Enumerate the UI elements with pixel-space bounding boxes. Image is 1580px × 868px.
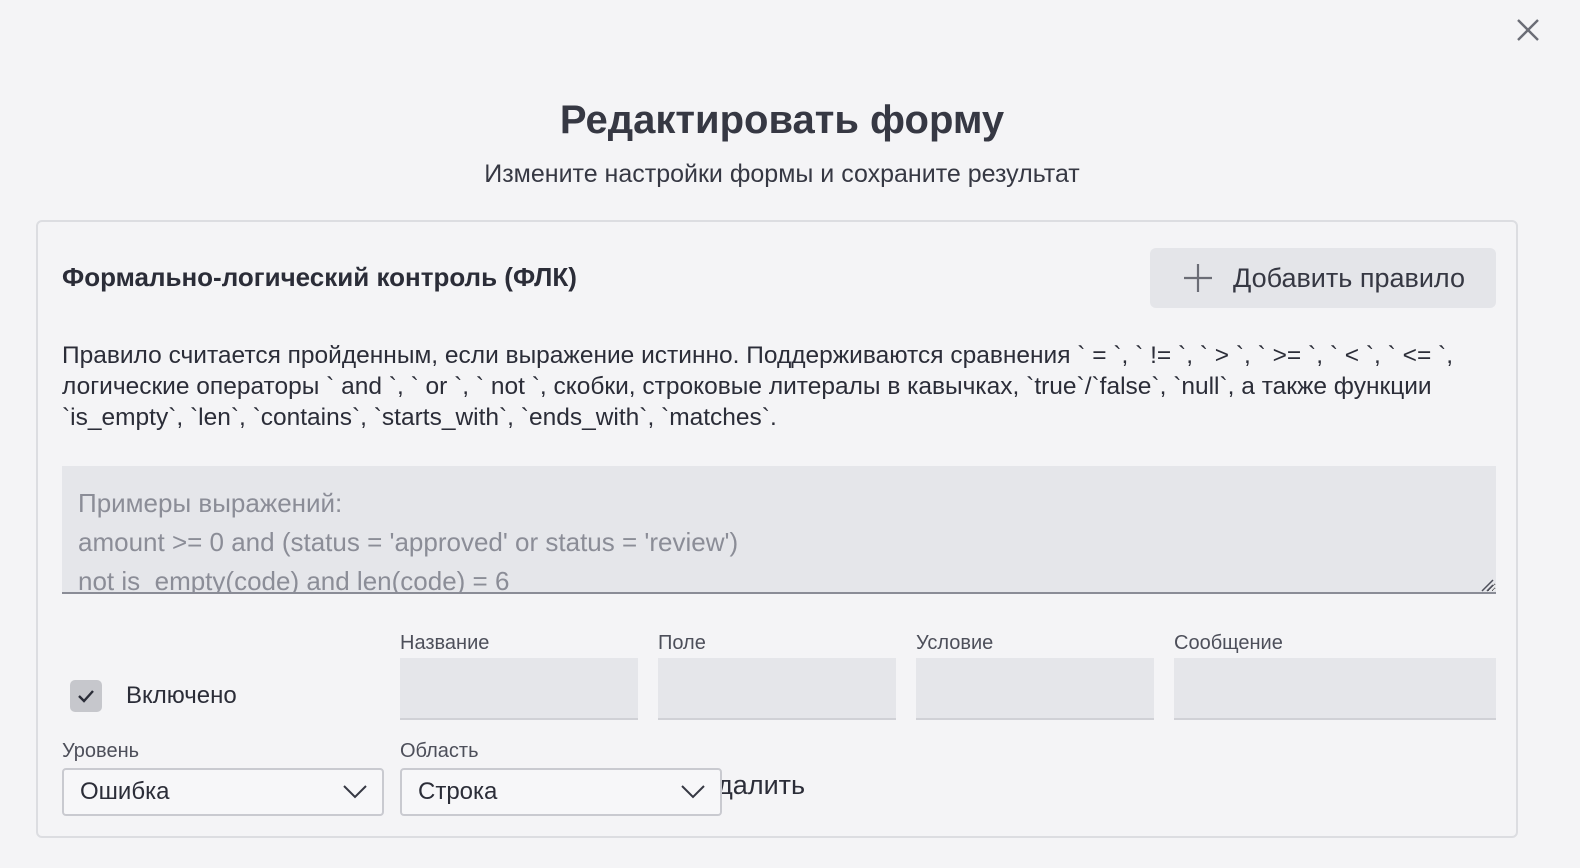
- resize-handle-icon[interactable]: [1480, 578, 1494, 592]
- scope-label: Область: [400, 740, 479, 762]
- flk-panel: Формально-логический контроль (ФЛК) Доба…: [36, 220, 1518, 838]
- enabled-label: Включено: [126, 682, 237, 709]
- condition-input[interactable]: [916, 658, 1154, 720]
- add-rule-label: Добавить правило: [1233, 262, 1465, 293]
- chevron-down-icon: [343, 785, 367, 799]
- enabled-toggle[interactable]: Включено: [70, 680, 237, 712]
- condition-label: Условие: [916, 632, 994, 654]
- level-value: Ошибка: [80, 778, 170, 805]
- dialog-title: Редактировать форму: [559, 98, 1005, 142]
- close-icon: [1517, 19, 1539, 41]
- message-label: Сообщение: [1174, 632, 1283, 654]
- enabled-checkbox[interactable]: [70, 680, 102, 712]
- help-text: Правило считается пройденным, если выраж…: [62, 342, 1454, 431]
- check-icon: [78, 690, 94, 703]
- close-button[interactable]: [1512, 14, 1544, 46]
- level-select[interactable]: Ошибка: [62, 768, 384, 816]
- level-label: Уровень: [62, 740, 140, 762]
- examples-textarea[interactable]: [62, 466, 1496, 594]
- field-input[interactable]: [658, 658, 896, 720]
- field-label: Поле: [658, 632, 706, 654]
- message-input[interactable]: [1174, 658, 1496, 720]
- section-title: Формально-логический контроль (ФЛК): [62, 262, 577, 292]
- scope-select[interactable]: Строка: [400, 768, 722, 816]
- plus-icon: [1184, 264, 1212, 292]
- add-rule-button[interactable]: Добавить правило: [1150, 248, 1496, 308]
- name-input[interactable]: [400, 658, 638, 720]
- dialog-subtitle: Измените настройки формы и сохраните рез…: [484, 160, 1080, 188]
- name-label: Название: [400, 632, 490, 654]
- chevron-down-icon: [681, 785, 705, 799]
- scope-value: Строка: [418, 778, 498, 805]
